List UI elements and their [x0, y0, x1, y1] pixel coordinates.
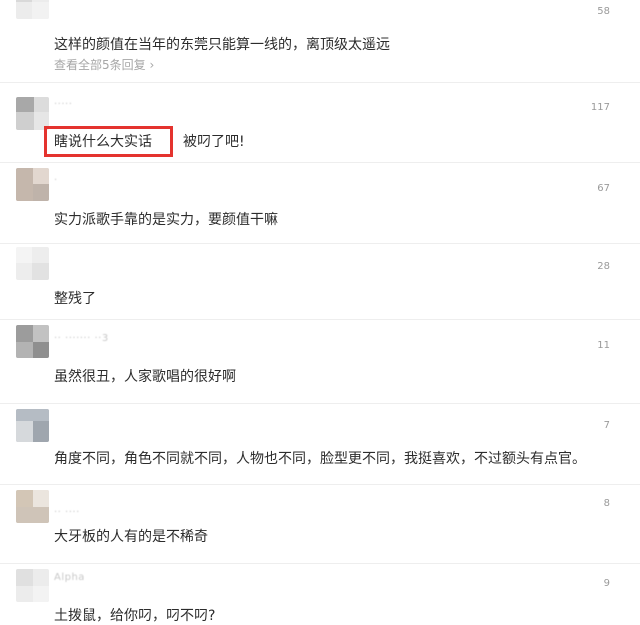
- avatar[interactable]: [16, 409, 49, 442]
- like-count[interactable]: 9: [604, 578, 610, 589]
- highlighted-text: 瞎说什么大实话: [54, 134, 152, 150]
- username[interactable]: ·····: [54, 99, 72, 110]
- comment-item: ·· ······· ··3 11 虽然很丑，人家歌唱的很好啊: [0, 320, 640, 403]
- like-count[interactable]: 8: [604, 498, 610, 509]
- avatar[interactable]: [16, 569, 49, 602]
- comment-text: 大牙板的人有的是不稀奇: [54, 529, 208, 545]
- comment-item: 28 整残了: [0, 244, 640, 319]
- avatar[interactable]: [16, 490, 49, 523]
- avatar[interactable]: [16, 0, 49, 19]
- comment-item: Alpha 9 土拨鼠，给你叼，叼不叼?: [0, 564, 640, 624]
- comment-item: 58 这样的颜值在当年的东莞只能算一线的，离顶级太遥远 查看全部5条回复 ›: [0, 0, 640, 82]
- highlight-box: 瞎说什么大实话: [44, 126, 173, 157]
- like-count[interactable]: 117: [591, 102, 610, 113]
- like-count[interactable]: 28: [597, 261, 610, 272]
- comment-text: 整残了: [54, 291, 96, 307]
- view-all-replies-link[interactable]: 查看全部5条回复 ›: [54, 56, 154, 73]
- comment-text: 瞎说什么大实话 被叼了吧!: [44, 126, 245, 157]
- like-count[interactable]: 7: [604, 420, 610, 431]
- avatar[interactable]: [16, 247, 49, 280]
- like-count[interactable]: 58: [597, 6, 610, 17]
- comment-item: ·· ···· 8 大牙板的人有的是不稀奇: [0, 485, 640, 563]
- username[interactable]: ·· ······· ··3: [54, 333, 109, 344]
- comment-text: 虽然很丑，人家歌唱的很好啊: [54, 369, 236, 385]
- comment-list: 58 这样的颜值在当年的东莞只能算一线的，离顶级太遥远 查看全部5条回复 › ·…: [0, 0, 640, 624]
- avatar[interactable]: [16, 325, 49, 358]
- like-count[interactable]: 67: [597, 183, 610, 194]
- comment-text: 土拨鼠，给你叼，叼不叼?: [54, 608, 216, 624]
- comment-item: · 67 实力派歌手靠的是实力，要颜值干嘛: [0, 163, 640, 243]
- comment-item: ····· 117 瞎说什么大实话 被叼了吧!: [0, 83, 640, 162]
- comment-text: 实力派歌手靠的是实力，要颜值干嘛: [54, 212, 278, 228]
- like-count[interactable]: 11: [597, 340, 610, 351]
- comment-text-rest: 被叼了吧!: [183, 134, 245, 150]
- username[interactable]: ·: [54, 175, 58, 186]
- comment-text: 角度不同，角色不同就不同，人物也不同，脸型更不同，我挺喜欢，不过额头有点官。: [54, 451, 586, 467]
- username[interactable]: Alpha: [54, 572, 85, 583]
- avatar[interactable]: [16, 168, 49, 201]
- comment-item: 7 角度不同，角色不同就不同，人物也不同，脸型更不同，我挺喜欢，不过额头有点官。: [0, 404, 640, 484]
- username[interactable]: ·· ····: [54, 507, 80, 518]
- comment-text: 这样的颜值在当年的东莞只能算一线的，离顶级太遥远: [54, 37, 390, 53]
